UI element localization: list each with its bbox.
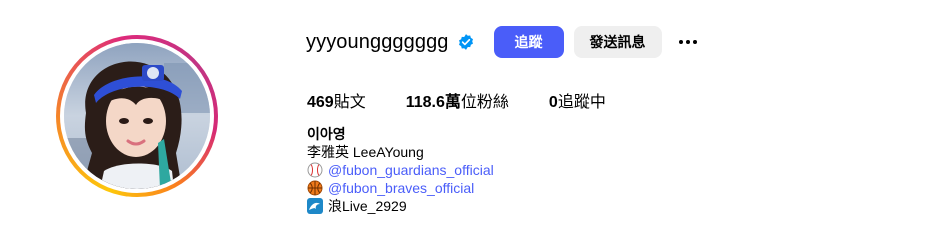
posts-stat: 469貼文 [307,88,366,112]
followers-count: 118.6萬 [405,94,461,111]
following-count: 0 [548,94,558,111]
posts-count: 469 [307,94,334,111]
display-name: 이아영 [307,126,346,142]
avatar-gap [60,39,214,193]
following-stat[interactable]: 0追蹤中 [549,88,606,112]
follow-button[interactable]: 追蹤 [493,26,564,58]
profile-header-row: yyyounggggggg 追蹤 發送訊息 [306,26,700,58]
avatar-photo [64,43,210,189]
followers-stat[interactable]: 118.6萬位粉絲 [406,88,509,112]
bio-line-guardians: @fubon_guardians_official [307,161,494,179]
bio-line-text: 李雅英 LeeAYoung [307,144,424,160]
braves-mention-link[interactable]: @fubon_braves_official [328,179,474,197]
baseball-icon [307,162,323,178]
avatar[interactable] [64,43,210,189]
send-message-button[interactable]: 發送訊息 [573,26,662,58]
following-label: 追蹤中 [557,94,606,111]
profile-stats: 469貼文 118.6萬位粉絲 0追蹤中 [307,88,646,112]
bio-line-name: 李雅英 LeeAYoung [307,143,494,161]
basketball-icon [307,180,323,196]
posts-label: 貼文 [333,94,366,111]
wave-icon [307,198,323,214]
verified-badge-icon [457,33,475,51]
live-handle-text: 浪Live_2929 [328,198,407,214]
bio-line-braves: @fubon_braves_official [307,179,494,197]
username[interactable]: yyyounggggggg [306,31,449,54]
bio-line-live: 浪Live_2929 [307,197,494,215]
story-ring[interactable] [56,35,218,197]
more-horizontal-icon[interactable] [676,30,700,54]
followers-label: 位粉絲 [460,94,509,111]
guardians-mention-link[interactable]: @fubon_guardians_official [328,161,494,179]
profile-bio: 이아영 李雅英 LeeAYoung @fubon_guardians_offic… [307,125,494,215]
